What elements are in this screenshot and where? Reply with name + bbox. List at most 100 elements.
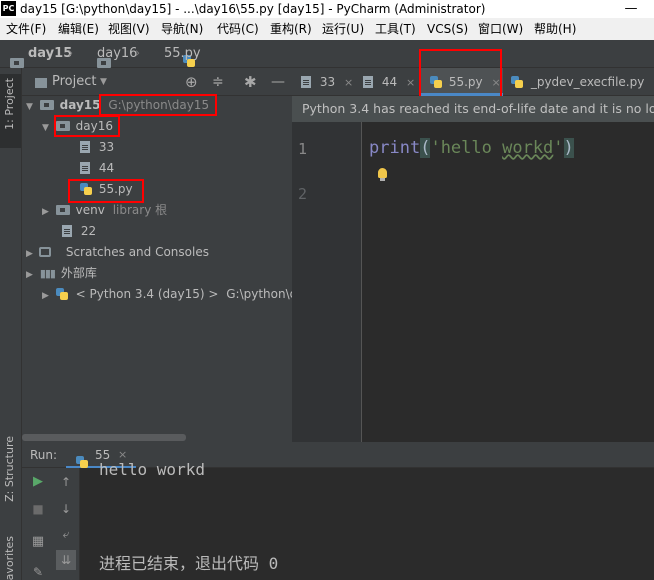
menu-help[interactable]: 帮助(H) — [534, 18, 576, 40]
project-view-selector[interactable]: Project — [52, 68, 96, 96]
window-title: day15 [G:\python\day15] - ...\day16\55.p… — [20, 2, 486, 16]
gear-icon[interactable]: ✱ — [244, 68, 257, 96]
project-view-icon — [35, 78, 47, 88]
menu-bar: 文件(F) 编辑(E) 视图(V) 导航(N) 代码(C) 重构(R) 运行(U… — [0, 18, 654, 40]
chevron-right-icon[interactable]: ▶ — [26, 244, 36, 264]
code-paren-open: ( — [420, 138, 431, 158]
menu-file[interactable]: 文件(F) — [6, 18, 46, 40]
annotation-box — [99, 94, 217, 116]
tree-item-44[interactable]: 44 — [80, 158, 114, 178]
console-exit-message: 进程已结束，退出代码 0 — [99, 554, 279, 573]
chevron-right-icon[interactable]: ▶ — [42, 286, 52, 306]
menu-refactor[interactable]: 重构(R) — [270, 18, 312, 40]
favorites-tool-tab-label: avorites — [3, 536, 16, 580]
tree-item-label: Scratches and Consoles — [65, 245, 209, 259]
line-number: 2 — [298, 185, 308, 203]
arrow-down-icon[interactable]: ↓ — [58, 501, 74, 517]
menu-window[interactable]: 窗口(W) — [478, 18, 523, 40]
minimize-button[interactable]: — — [608, 0, 654, 18]
chevron-down-icon[interactable]: ▼ — [100, 68, 107, 96]
tree-item-external-libraries[interactable]: ▶ ▮▮▮ 外部库 — [26, 263, 97, 283]
menu-navigate[interactable]: 导航(N) — [161, 18, 203, 40]
library-icon: ▮▮▮ — [39, 267, 56, 280]
chevron-down-icon[interactable]: ▼ — [42, 118, 52, 138]
code-quote: ' — [553, 138, 564, 158]
code-string-misspelled: workd — [502, 138, 554, 158]
layout-icon[interactable]: ▦ — [30, 534, 46, 550]
python-sdk-icon — [55, 288, 68, 300]
tab-33[interactable]: 33 × — [301, 68, 353, 96]
close-icon[interactable]: × — [344, 76, 353, 89]
code-builtin: print — [369, 138, 421, 158]
project-panel: Project ▼ ⊕ ≑ ✱ — ▼ day15 G:\python\day1… — [22, 68, 305, 442]
python-file-icon — [511, 76, 523, 88]
scratches-icon — [39, 247, 51, 257]
tree-item-label: day15 — [59, 98, 101, 112]
lightbulb-icon-base — [380, 178, 385, 181]
tree-item-22[interactable]: 22 — [62, 221, 96, 241]
menu-edit[interactable]: 编辑(E) — [58, 18, 99, 40]
arrow-up-icon[interactable]: ↑ — [58, 474, 74, 490]
chevron-right-icon[interactable]: ▶ — [42, 202, 52, 222]
tree-item-label: 外部库 — [60, 266, 97, 280]
menu-code[interactable]: 代码(C) — [217, 18, 259, 40]
collapse-all-icon[interactable]: ≑ — [212, 68, 224, 96]
breadcrumb-separator-icon: › — [135, 46, 141, 61]
run-console[interactable]: hello workd 进程已结束，退出代码 0 — [80, 460, 654, 580]
folder-icon — [10, 58, 24, 68]
hide-panel-icon[interactable]: — — [271, 68, 285, 96]
horizontal-scrollbar[interactable] — [22, 434, 186, 441]
folder-icon — [39, 100, 54, 110]
code-editor[interactable]: print('hello workd') — [362, 122, 654, 442]
tree-item-label: 22 — [80, 224, 97, 238]
tree-item-33[interactable]: 33 — [80, 137, 114, 157]
scroll-to-end-icon[interactable]: ⇊ — [56, 550, 76, 570]
breadcrumb-folder[interactable]: day16 — [97, 40, 137, 68]
tab-label: 33 — [319, 75, 336, 89]
tab-label: 44 — [381, 75, 398, 89]
breadcrumb-file[interactable]: 55.py — [164, 40, 201, 68]
code-string: hello — [440, 138, 503, 158]
menu-run[interactable]: 运行(U) — [322, 18, 364, 40]
lightbulb-icon[interactable] — [378, 168, 387, 178]
structure-tool-tab[interactable]: Z: Structure — [0, 432, 21, 516]
breadcrumb-project[interactable]: day15 — [28, 40, 72, 68]
soft-wrap-icon[interactable]: ⤶ — [58, 526, 74, 542]
tree-item-label: 33 — [98, 140, 115, 154]
project-panel-header: Project ▼ ⊕ ≑ ✱ — — [22, 68, 292, 96]
code-paren-close: ) — [563, 138, 574, 158]
tree-item-scratches[interactable]: ▶ Scratches and Consoles — [26, 242, 209, 262]
breadcrumb-separator-icon: › — [68, 46, 74, 61]
tab-pydev-execfile[interactable]: _pydev_execfile.py × — [511, 68, 654, 96]
pycharm-logo-icon: PC — [1, 1, 16, 16]
project-tool-tab[interactable]: 1: Project — [0, 74, 21, 148]
menu-tools[interactable]: 工具(T) — [375, 18, 416, 40]
tab-label: _pydev_execfile.py — [530, 75, 645, 89]
text-file-icon — [62, 225, 72, 237]
menu-view[interactable]: 视图(V) — [108, 18, 150, 40]
line-number: 1 — [298, 140, 308, 158]
eol-notification: Python 3.4 has reached its end-of-life d… — [292, 96, 654, 122]
annotation-box — [54, 115, 120, 137]
stop-icon[interactable]: ■ — [30, 501, 46, 517]
structure-tool-tab-label: Z: Structure — [3, 436, 16, 502]
favorites-tool-tab[interactable]: avorites — [0, 528, 21, 580]
tree-item-venv[interactable]: ▶ venv library 根 — [42, 200, 167, 220]
menu-vcs[interactable]: VCS(S) — [427, 18, 468, 40]
tree-item-python-sdk[interactable]: ▶ < Python 3.4 (day15) > G:\python\da — [42, 284, 305, 304]
editor-tab-bar: 33 × 44 × 55.py × _pydev_execfile.py × — [292, 49, 654, 102]
tab-44[interactable]: 44 × — [363, 68, 415, 96]
annotation-box — [68, 179, 144, 203]
text-file-icon — [80, 141, 90, 153]
left-tool-strip: 1: Project Z: Structure avorites — [0, 68, 22, 580]
text-file-icon — [363, 76, 373, 88]
chevron-right-icon[interactable]: ▶ — [26, 265, 36, 285]
pin-icon[interactable]: ✎ — [30, 564, 46, 580]
tree-item-suffix: library 根 — [112, 203, 168, 217]
code-line-1[interactable]: print('hello workd') — [369, 138, 574, 158]
chevron-down-icon[interactable]: ▼ — [26, 97, 36, 117]
annotation-box — [419, 49, 502, 102]
rerun-play-icon[interactable]: ▶ — [30, 474, 46, 490]
close-icon[interactable]: × — [406, 76, 415, 89]
locate-target-icon[interactable]: ⊕ — [185, 68, 198, 96]
